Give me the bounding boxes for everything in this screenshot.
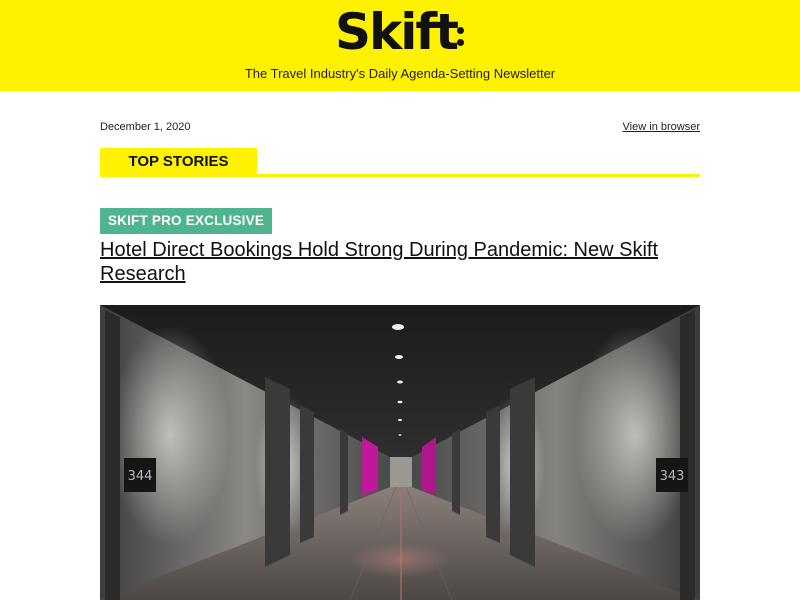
- view-in-browser-link[interactable]: View in browser: [623, 121, 700, 133]
- skift-logo[interactable]: Skift: [0, 2, 800, 62]
- pro-exclusive-badge: SKIFT PRO EXCLUSIVE: [100, 208, 272, 234]
- logo-dots-icon: [457, 21, 465, 51]
- section-header: TOP STORIES: [100, 148, 700, 177]
- newsletter-header: Skift The Travel Industry's Daily Agenda…: [0, 0, 800, 91]
- hotel-corridor-image: 344 343: [100, 305, 700, 600]
- tagline: The Travel Industry's Daily Agenda-Setti…: [244, 66, 556, 81]
- room-number-right: 343: [660, 469, 685, 484]
- logo-text: Skift: [334, 3, 459, 61]
- room-number-left: 344: [128, 469, 153, 484]
- section-title: TOP STORIES: [100, 148, 257, 176]
- story-hero-image[interactable]: 344 343: [100, 305, 700, 600]
- issue-date: December 1, 2020: [100, 121, 191, 133]
- story-headline-link[interactable]: Hotel Direct Bookings Hold Strong During…: [100, 238, 700, 286]
